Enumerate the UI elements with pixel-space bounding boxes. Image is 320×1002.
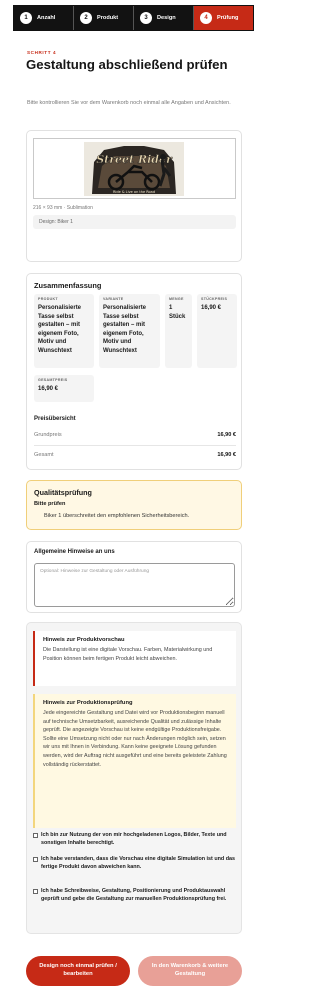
step-number: 4	[200, 12, 212, 24]
preview-checkbox-row[interactable]: Ich habe verstanden, dass die Vorschau e…	[33, 856, 238, 871]
design-artwork: Street Rider Ride & Live on the Road	[84, 142, 184, 196]
price-overview-title: Preisübersicht	[34, 416, 76, 422]
progress-stepper: 1 Anzahl 2 Produkt 3 Design 4 Prüfung	[13, 5, 254, 31]
unit-price-value: 16,90 €	[201, 305, 222, 311]
production-hint: Hinweis zur Produktionsprüfung Jede eing…	[33, 694, 236, 828]
product-value: Personalisierte Tasse selbst gestalten –…	[38, 305, 82, 354]
step-label: Design	[157, 15, 176, 21]
quality-check-card: Qualitätsprüfung Bitte prüfen Biker 1 üb…	[26, 480, 242, 530]
base-price-value: 16,90 €	[217, 432, 236, 438]
sum-value: 16,90 €	[217, 452, 236, 458]
approval-checkbox-label: Ich habe Schreibweise, Gestaltung, Posit…	[41, 888, 227, 902]
quality-subtitle: Bitte prüfen	[34, 501, 66, 507]
preview-hint: Hinweis zur Produktvorschau Die Darstell…	[33, 631, 236, 686]
sum-label: Gesamt	[34, 452, 54, 458]
add-to-cart-button[interactable]: In den Warenkorb & weitere Gestaltung	[138, 956, 242, 986]
artwork-caption: Ride & Live on the Road	[113, 190, 155, 194]
step-design[interactable]: 3 Design	[134, 6, 194, 30]
hints-section: Hinweis zur Produktvorschau Die Darstell…	[26, 622, 242, 934]
price-divider	[34, 445, 236, 446]
product-box: PRODUKT Personalisierte Tasse selbst ges…	[34, 294, 94, 368]
mug-preview: Street Rider Ride & Live on the Road	[33, 138, 236, 199]
total-price-box: GESAMTPREIS 16,90 €	[34, 375, 94, 402]
variant-label: VARIANTE	[103, 297, 124, 301]
preview-hint-text: Die Darstellung ist eine digitale Vorsch…	[43, 647, 213, 662]
edit-design-button[interactable]: Design noch einmal prüfen / bearbeiten	[26, 956, 130, 986]
production-hint-text: Jede eingereichte Gestaltung und Datei w…	[43, 710, 227, 768]
rights-checkbox-label: Ich bin zur Nutzung der von mir hochgela…	[41, 832, 227, 846]
summary-card: Zusammenfassung PRODUKT Personalisierte …	[26, 273, 242, 470]
quantity-box: MENGE 1 Stück	[165, 294, 192, 368]
notes-title: Allgemeine Hinweise an uns	[34, 549, 115, 555]
step-pruefung[interactable]: 4 Prüfung	[194, 6, 253, 30]
production-hint-title: Hinweis zur Produktionsprüfung	[43, 700, 133, 706]
quantity-label: MENGE	[169, 297, 184, 301]
step-kicker: SCHRITT 4	[27, 50, 57, 55]
preview-hint-title: Hinweis zur Produktvorschau	[43, 637, 125, 643]
step-label: Produkt	[97, 15, 119, 21]
base-price-label: Grundpreis	[34, 432, 62, 438]
step-number: 2	[80, 12, 92, 24]
product-label: PRODUKT	[38, 297, 58, 301]
approval-checkbox-row[interactable]: Ich habe Schreibweise, Gestaltung, Posit…	[33, 888, 238, 903]
variant-box: VARIANTE Personalisierte Tasse selbst ge…	[99, 294, 160, 368]
approval-checkbox[interactable]	[33, 889, 38, 894]
unit-price-label: STÜCKPREIS	[201, 297, 228, 301]
step-label: Anzahl	[37, 15, 56, 21]
notes-textarea[interactable]	[34, 563, 235, 607]
summary-title: Zusammenfassung	[34, 281, 102, 290]
preview-checkbox[interactable]	[33, 857, 38, 862]
step-number: 3	[140, 12, 152, 24]
page-title: Gestaltung abschließend prüfen	[26, 57, 228, 72]
design-name: Design: Biker 1	[33, 215, 236, 229]
step-produkt[interactable]: 2 Produkt	[74, 6, 134, 30]
total-price-label: GESAMTPREIS	[38, 378, 68, 382]
sum-row: Gesamt 16,90 €	[34, 452, 236, 458]
rights-checkbox-row[interactable]: Ich bin zur Nutzung der von mir hochgela…	[33, 832, 238, 847]
step-anzahl[interactable]: 1 Anzahl	[14, 6, 74, 30]
variant-value: Personalisierte Tasse selbst gestalten –…	[103, 305, 147, 354]
notes-card: Allgemeine Hinweise an uns	[26, 541, 242, 613]
total-price-value: 16,90 €	[38, 386, 59, 392]
rights-checkbox[interactable]	[33, 833, 38, 838]
quantity-value: 1 Stück	[169, 305, 186, 320]
quality-title: Qualitätsprüfung	[34, 488, 92, 497]
quality-message: Biker 1 überschreitet den empfohlenen Si…	[44, 513, 190, 519]
step-label: Prüfung	[217, 15, 239, 21]
print-size: 216 × 93 mm · Sublimation	[33, 205, 93, 211]
page-subtitle: Bitte kontrollieren Sie vor dem Warenkor…	[27, 100, 231, 106]
step-number: 1	[20, 12, 32, 24]
base-price-row: Grundpreis 16,90 €	[34, 432, 236, 438]
design-preview-card: Street Rider Ride & Live on the Road 216…	[26, 130, 242, 262]
preview-checkbox-label: Ich habe verstanden, dass die Vorschau e…	[41, 856, 236, 870]
unit-price-box: STÜCKPREIS 16,90 €	[197, 294, 237, 368]
